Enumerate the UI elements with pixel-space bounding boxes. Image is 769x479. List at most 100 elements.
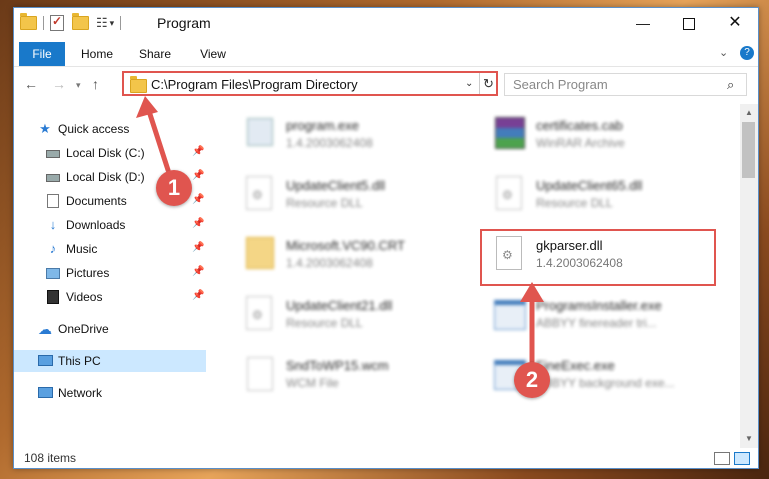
highlight-box xyxy=(480,229,716,286)
folder-icon xyxy=(130,76,147,93)
pictures-icon xyxy=(46,266,60,280)
toolbar-separator xyxy=(43,16,44,30)
file-meta: ABBYY finereader tri... xyxy=(536,316,657,330)
vertical-scrollbar[interactable]: ▲ ▼ xyxy=(740,104,758,448)
tab-view[interactable]: View xyxy=(198,43,228,65)
file-name: Microsoft.VC90.CRT xyxy=(286,238,405,253)
list-item[interactable]: SndToWP15.wcm WCM File xyxy=(242,352,482,396)
expand-ribbon-icon[interactable]: ⌄ xyxy=(719,46,728,59)
file-meta: WCM File xyxy=(286,376,339,390)
toolbar-separator xyxy=(120,16,122,30)
forward-button[interactable]: → xyxy=(52,76,66,92)
scroll-up-icon[interactable]: ▲ xyxy=(745,108,753,117)
window-title: Program xyxy=(157,15,211,31)
dll-icon xyxy=(492,174,526,212)
pin-icon[interactable]: 📌 xyxy=(192,194,204,205)
sidebar-item-downloads[interactable]: ↓ Downloads 📌 xyxy=(14,214,206,236)
list-item[interactable]: UpdateClient21.dll Resource DLL xyxy=(242,292,482,336)
file-name: SndToWP15.wcm xyxy=(286,358,389,373)
pin-icon[interactable]: 📌 xyxy=(192,170,204,181)
quick-access-toolbar: ☷ ▾ xyxy=(20,13,123,31)
sidebar-item-pictures[interactable]: Pictures 📌 xyxy=(14,262,206,284)
downloads-icon: ↓ xyxy=(49,217,57,232)
tab-home[interactable]: Home xyxy=(80,43,114,65)
properties-icon[interactable] xyxy=(50,14,64,31)
file-meta: 1.4.2003062408 xyxy=(286,256,373,270)
folder-icon xyxy=(242,234,276,272)
address-row: ← → ▾ ↑ C:\Program Files\Program Directo… xyxy=(14,66,758,104)
file-name: UpdateClient65.dll xyxy=(536,178,643,193)
minimize-button[interactable]: — xyxy=(620,8,666,38)
file-name: program.exe xyxy=(286,118,359,133)
explorer-window: ☷ ▾ Program — ✕ File Home Share View ⌄ ?… xyxy=(13,7,759,469)
up-button[interactable]: ↑ xyxy=(92,76,99,92)
new-folder-icon[interactable] xyxy=(72,13,89,30)
winrar-icon xyxy=(492,114,526,152)
file-meta: Resource DLL xyxy=(536,196,613,210)
tab-share[interactable]: Share xyxy=(138,43,172,65)
pin-icon[interactable]: 📌 xyxy=(192,290,204,301)
sidebar-item-this-pc[interactable]: This PC xyxy=(14,350,206,372)
sidebar-item-music[interactable]: ♪ Music 📌 xyxy=(14,238,206,260)
file-name: UpdateClient5.dll xyxy=(286,178,386,193)
maximize-icon xyxy=(683,18,695,31)
file-meta: ABBYY background exe... xyxy=(536,376,675,390)
sidebar-item-local-disk-c[interactable]: Local Disk (C:) 📌 xyxy=(14,142,206,164)
scroll-down-icon[interactable]: ▼ xyxy=(745,434,753,443)
sidebar-item-label: Downloads xyxy=(66,218,126,232)
recent-locations-button[interactable]: ▾ xyxy=(76,80,81,91)
sidebar-item-label: Local Disk (D:) xyxy=(66,170,145,184)
pc-icon xyxy=(38,354,53,368)
address-path[interactable]: C:\Program Files\Program Directory xyxy=(151,77,358,92)
folder-icon xyxy=(20,13,37,30)
file-name: certificates.cab xyxy=(536,118,623,133)
sidebar-item-quick-access[interactable]: ★ Quick access xyxy=(14,118,206,140)
sidebar-item-onedrive[interactable]: ☁ OneDrive xyxy=(14,318,206,340)
list-item[interactable]: ProgramsInstaller.exe ABBYY finereader t… xyxy=(492,292,732,336)
chevron-down-icon[interactable]: ⌄ xyxy=(465,78,473,89)
refresh-button[interactable]: ↻ xyxy=(479,73,497,94)
star-icon: ★ xyxy=(39,121,51,136)
pin-icon[interactable]: 📌 xyxy=(192,218,204,229)
scroll-thumb[interactable] xyxy=(742,122,755,178)
sidebar-item-label: Quick access xyxy=(58,122,130,136)
address-bar[interactable]: C:\Program Files\Program Directory ⌄ ↻ xyxy=(122,71,498,96)
drive-icon xyxy=(46,146,60,160)
sidebar-item-label: OneDrive xyxy=(58,322,109,336)
dll-icon xyxy=(242,174,276,212)
pin-icon[interactable]: 📌 xyxy=(192,266,204,277)
pin-icon[interactable]: 📌 xyxy=(192,242,204,253)
sidebar-item-label: Network xyxy=(58,386,103,400)
tab-file[interactable]: File xyxy=(19,42,65,66)
back-button[interactable]: ← xyxy=(24,76,38,92)
pin-icon[interactable]: 📌 xyxy=(192,146,204,157)
customize-toolbar-icon[interactable]: ▾ xyxy=(110,18,115,29)
search-icon: ⌕ xyxy=(727,77,735,92)
ribbon: File Home Share View ⌄ ? xyxy=(14,38,758,67)
exe-icon xyxy=(492,294,526,332)
music-icon: ♪ xyxy=(49,241,57,256)
status-bar: 108 items xyxy=(14,448,758,468)
file-meta: WinRAR Archive xyxy=(536,136,625,150)
drive-icon xyxy=(46,170,60,184)
sidebar-item-videos[interactable]: Videos 📌 xyxy=(14,286,206,308)
list-item[interactable]: UpdateClient65.dll Resource DLL xyxy=(492,172,732,216)
list-item[interactable]: program.exe 1.4.2003062408 xyxy=(242,112,482,156)
list-item[interactable]: certificates.cab WinRAR Archive xyxy=(492,112,732,156)
maximize-button[interactable] xyxy=(666,8,712,38)
sidebar-item-label: This PC xyxy=(58,354,101,368)
view-options-icon[interactable]: ☷ xyxy=(96,15,108,31)
list-item[interactable]: UpdateClient5.dll Resource DLL xyxy=(242,172,482,216)
step-badge-1: 1 xyxy=(156,170,192,206)
help-icon[interactable]: ? xyxy=(740,46,754,60)
file-name: UpdateClient21.dll xyxy=(286,298,393,313)
sidebar-item-label: Music xyxy=(66,242,98,256)
details-view-icon[interactable] xyxy=(714,452,730,465)
list-item[interactable]: Microsoft.VC90.CRT 1.4.2003062408 xyxy=(242,232,482,276)
search-placeholder: Search Program xyxy=(513,77,608,92)
tiles-view-icon[interactable] xyxy=(734,452,750,465)
sidebar-item-network[interactable]: Network xyxy=(14,382,206,404)
close-button[interactable]: ✕ xyxy=(712,8,758,38)
search-input[interactable]: Search Program ⌕ xyxy=(504,73,747,96)
onedrive-icon: ☁ xyxy=(38,321,52,337)
